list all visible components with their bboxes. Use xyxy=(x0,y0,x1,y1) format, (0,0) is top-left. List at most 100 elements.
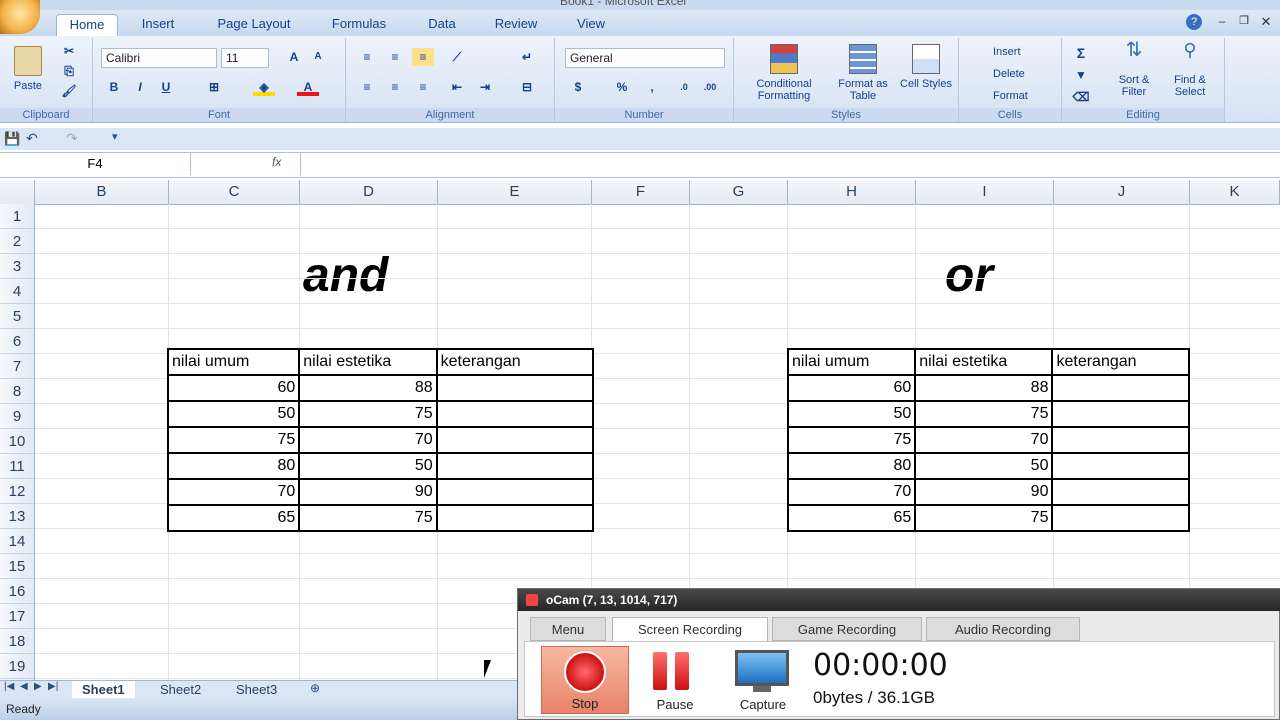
table-cell[interactable]: 70 xyxy=(298,426,438,454)
grow-font-icon[interactable]: A xyxy=(283,48,305,66)
increase-indent-icon[interactable]: ⇥ xyxy=(474,78,496,96)
table-cell[interactable] xyxy=(435,426,595,454)
table-cell[interactable] xyxy=(1051,504,1190,532)
font-color-icon[interactable]: A xyxy=(297,78,319,96)
row-header[interactable]: 8 xyxy=(0,379,34,404)
align-bottom-icon[interactable]: ≡ xyxy=(412,48,434,66)
ocam-tab-audio-recording[interactable]: Audio Recording xyxy=(926,617,1080,641)
fill-icon[interactable]: ▼ xyxy=(1070,66,1092,84)
row-header[interactable]: 15 xyxy=(0,554,34,579)
row-header[interactable]: 2 xyxy=(0,229,34,254)
align-center-icon[interactable]: ≡ xyxy=(384,78,406,96)
tab-formulas[interactable]: Formulas xyxy=(318,14,400,36)
row-header[interactable]: 12 xyxy=(0,479,34,504)
ocam-title-bar[interactable]: oCam (7, 13, 1014, 717) xyxy=(518,589,1280,611)
row-header[interactable]: 18 xyxy=(0,629,34,654)
column-header[interactable]: B xyxy=(35,180,169,204)
table-cell[interactable]: 88 xyxy=(298,374,438,402)
table-cell[interactable]: 50 xyxy=(914,452,1054,480)
number-format-select[interactable]: General xyxy=(565,48,725,68)
table-cell[interactable] xyxy=(435,504,595,532)
table-header-cell[interactable]: nilai estetika xyxy=(298,348,438,376)
tab-review[interactable]: Review xyxy=(482,14,550,36)
font-size-select[interactable]: 11 xyxy=(221,48,269,68)
table-cell[interactable]: 75 xyxy=(298,504,438,532)
tab-data[interactable]: Data xyxy=(418,14,466,36)
pause-button[interactable]: Pause xyxy=(639,646,711,714)
column-header[interactable]: K xyxy=(1190,180,1280,204)
table-cell[interactable]: 65 xyxy=(166,504,301,532)
table-cell[interactable]: 65 xyxy=(786,504,917,532)
align-middle-icon[interactable]: ≡ xyxy=(384,48,406,66)
stop-button[interactable]: Stop xyxy=(541,646,629,714)
table-cell[interactable]: 70 xyxy=(166,478,301,506)
sheet-tab-2[interactable]: Sheet2 xyxy=(150,681,211,698)
merge-center-icon[interactable]: ⊟ xyxy=(516,78,538,96)
column-header[interactable]: C xyxy=(169,180,300,204)
increase-decimal-icon[interactable]: .0 xyxy=(673,78,695,96)
ocam-tab-menu[interactable]: Menu xyxy=(530,617,606,641)
insert-button[interactable]: Insert xyxy=(965,46,1055,58)
cut-icon[interactable]: ✂ xyxy=(58,42,80,60)
table-cell[interactable]: 90 xyxy=(914,478,1054,506)
column-header[interactable]: J xyxy=(1054,180,1190,204)
row-header[interactable]: 16 xyxy=(0,579,34,604)
tab-home[interactable]: Home xyxy=(56,14,118,37)
table-cell[interactable]: 80 xyxy=(786,452,917,480)
table-cell[interactable] xyxy=(1051,400,1190,428)
last-sheet-icon[interactable]: ▶| xyxy=(48,681,58,692)
table-header-cell[interactable]: keterangan xyxy=(435,348,595,376)
table-cell[interactable]: 80 xyxy=(166,452,301,480)
italic-icon[interactable]: I xyxy=(129,78,151,96)
paste-button[interactable]: Paste xyxy=(8,46,48,98)
fill-color-icon[interactable]: ◈ xyxy=(253,78,275,96)
table-cell[interactable]: 50 xyxy=(786,400,917,428)
shrink-font-icon[interactable]: A xyxy=(307,48,329,66)
table-cell[interactable]: 60 xyxy=(166,374,301,402)
row-header[interactable]: 17 xyxy=(0,604,34,629)
table-cell[interactable]: 60 xyxy=(786,374,917,402)
format-painter-icon[interactable]: 🖌 xyxy=(58,82,80,100)
underline-icon[interactable]: U xyxy=(155,78,177,96)
align-top-icon[interactable]: ≡ xyxy=(356,48,378,66)
ocam-tab-game-recording[interactable]: Game Recording xyxy=(772,617,922,641)
decrease-indent-icon[interactable]: ⇤ xyxy=(446,78,468,96)
row-header[interactable]: 14 xyxy=(0,529,34,554)
decrease-decimal-icon[interactable]: .00 xyxy=(699,78,721,96)
column-header[interactable]: I xyxy=(916,180,1054,204)
tab-insert[interactable]: Insert xyxy=(128,14,188,36)
column-header[interactable]: D xyxy=(300,180,438,204)
table-cell[interactable]: 75 xyxy=(786,426,917,454)
conditional-formatting-button[interactable]: Conditional Formatting xyxy=(738,44,830,102)
table-cell[interactable] xyxy=(435,452,595,480)
customize-qat-icon[interactable]: ▾ xyxy=(112,130,118,143)
table-cell[interactable]: 70 xyxy=(914,426,1054,454)
save-icon[interactable]: 💾 xyxy=(4,131,20,147)
sort-filter-button[interactable]: ⇅ Sort & Filter xyxy=(1108,40,1160,98)
office-button[interactable] xyxy=(0,0,40,34)
table-cell[interactable]: 50 xyxy=(298,452,438,480)
table-cell[interactable] xyxy=(1051,426,1190,454)
row-header[interactable]: 3 xyxy=(0,254,34,279)
bold-icon[interactable]: B xyxy=(103,78,125,96)
table-cell[interactable]: 50 xyxy=(166,400,301,428)
cell-styles-button[interactable]: Cell Styles xyxy=(898,44,954,90)
column-header[interactable]: E xyxy=(438,180,592,204)
ocam-tab-screen-recording[interactable]: Screen Recording xyxy=(612,617,768,641)
row-header[interactable]: 6 xyxy=(0,329,34,354)
restore-icon[interactable]: ❐ xyxy=(1236,14,1252,30)
sheet-tab-1[interactable]: Sheet1 xyxy=(72,681,135,698)
align-right-icon[interactable]: ≡ xyxy=(412,78,434,96)
table-cell[interactable] xyxy=(435,374,595,402)
row-header[interactable]: 5 xyxy=(0,304,34,329)
table-cell[interactable] xyxy=(1051,478,1190,506)
align-left-icon[interactable]: ≡ xyxy=(356,78,378,96)
percent-button[interactable]: % xyxy=(611,78,633,96)
font-name-select[interactable]: Calibri xyxy=(101,48,217,68)
copy-icon[interactable]: ⎘ xyxy=(58,62,80,80)
select-all-corner[interactable] xyxy=(0,180,35,204)
row-header[interactable]: 7 xyxy=(0,354,34,379)
orientation-icon[interactable]: ⟋ xyxy=(446,48,468,66)
comma-icon[interactable]: , xyxy=(641,78,663,96)
clear-icon[interactable]: ⌫ xyxy=(1070,88,1092,106)
